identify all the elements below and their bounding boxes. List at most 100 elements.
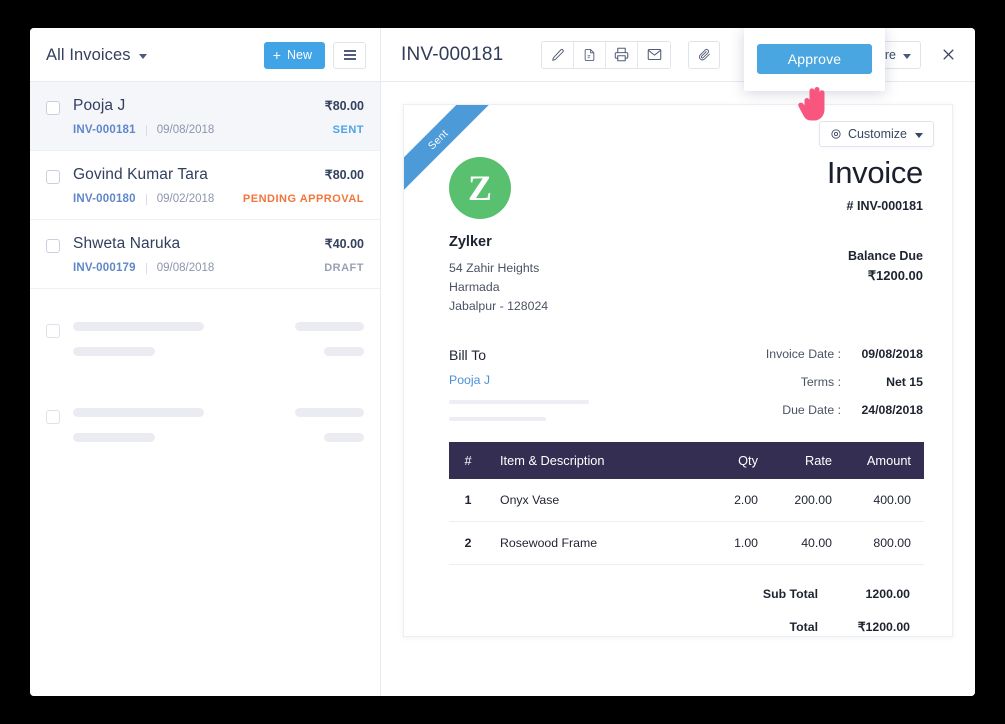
meta-row: Due Date : 24/08/2018 xyxy=(766,403,923,417)
cell-amount: 400.00 xyxy=(842,479,924,523)
table-body: 1 Onyx Vase 2.00 200.00 400.00 2 Rosewoo… xyxy=(449,479,924,566)
line-items-table: # Item & Description Qty Rate Amount 1 O… xyxy=(449,442,924,566)
placeholder-bar xyxy=(295,408,364,417)
invoice-document: Sent Customize Z Zylker 54 Zahir Heights… xyxy=(403,104,953,637)
cell-qty: 1.00 xyxy=(702,521,768,566)
organization-name: Zylker xyxy=(449,234,492,250)
total-row: Sub Total 1200.00 xyxy=(432,587,910,601)
placeholder-bar xyxy=(449,400,589,405)
address-line-3: Jabalpur - 128024 xyxy=(449,299,549,314)
new-button-label: New xyxy=(286,48,312,62)
approve-button[interactable]: Approve xyxy=(757,44,872,74)
printer-icon[interactable] xyxy=(606,41,639,68)
invoice-number: INV-000180 xyxy=(73,193,136,205)
column-header-qty: Qty xyxy=(702,442,768,480)
pdf-file-icon[interactable] xyxy=(574,41,607,68)
row-primary-line: Shweta Naruka ₹40.00 xyxy=(73,235,364,253)
cell-rate: 40.00 xyxy=(768,521,842,566)
meta-row: Terms : Net 15 xyxy=(766,375,923,389)
cell-description: Onyx Vase xyxy=(487,479,702,523)
bill-to-customer[interactable]: Pooja J xyxy=(449,373,766,387)
bill-to-block: Bill To Pooja J xyxy=(449,347,766,422)
total-label: Sub Total xyxy=(762,587,818,602)
column-header-amount: Amount xyxy=(842,442,924,480)
meta-label: Invoice Date : xyxy=(765,347,841,362)
row-content: Shweta Naruka ₹40.00 INV-000179 09/08/20… xyxy=(73,235,364,274)
invoice-list-item[interactable]: Govind Kumar Tara ₹80.00 INV-000180 09/0… xyxy=(30,151,380,220)
invoice-amount: ₹80.00 xyxy=(324,99,364,113)
row-content: Pooja J ₹80.00 INV-000181 09/08/2018 SEN… xyxy=(73,97,364,136)
document-toolbar xyxy=(541,40,672,69)
total-label: Total xyxy=(789,620,818,635)
customer-name: Shweta Naruka xyxy=(73,235,181,252)
row-checkbox[interactable] xyxy=(46,101,60,115)
meta-value: Net 15 xyxy=(886,375,923,390)
hamburger-menu-icon xyxy=(343,50,356,60)
placeholder-bar xyxy=(295,322,364,331)
divider xyxy=(145,262,147,274)
total-value: 1200.00 xyxy=(865,587,910,602)
divider xyxy=(145,124,147,136)
organization-address: 54 Zahir Heights Harmada Jabalpur - 1280… xyxy=(449,259,827,316)
view-selector[interactable]: All Invoices xyxy=(46,46,147,65)
row-primary-line: Govind Kumar Tara ₹80.00 xyxy=(73,166,364,184)
invoice-date: 09/02/2018 xyxy=(156,193,215,205)
meta-label: Terms : xyxy=(800,375,841,390)
column-header-rate: Rate xyxy=(768,442,842,480)
placeholder-checkbox xyxy=(46,410,60,424)
meta-label: Due Date : xyxy=(782,403,841,418)
document-number: INV-000181 xyxy=(401,43,504,65)
chevron-down-icon xyxy=(138,54,147,59)
invoice-list-placeholder-row xyxy=(30,305,380,373)
invoice-list-item[interactable]: Shweta Naruka ₹40.00 INV-000179 09/08/20… xyxy=(30,220,380,289)
organization-block: Z Zylker 54 Zahir Heights Harmada Jabalp… xyxy=(432,157,827,316)
chevron-down-icon xyxy=(915,133,923,138)
cell-qty: 2.00 xyxy=(702,479,768,523)
top-bar: All Invoices + New INV-000181 Approve xyxy=(30,28,975,91)
placeholder-line xyxy=(73,347,364,356)
organization-logo: Z xyxy=(449,157,511,219)
close-x-icon xyxy=(943,49,953,60)
meta-value: 24/08/2018 xyxy=(861,403,923,418)
row-checkbox[interactable] xyxy=(46,170,60,184)
cell-amount: 800.00 xyxy=(842,521,924,566)
invoice-number: # INV-000181 xyxy=(846,199,923,213)
placeholder-bar xyxy=(73,433,155,442)
app-window: All Invoices + New INV-000181 Approve Po… xyxy=(30,28,975,696)
placeholder-content xyxy=(73,408,364,442)
approve-highlight-card: Approve xyxy=(744,28,885,91)
view-title: All Invoices xyxy=(46,45,131,64)
divider xyxy=(145,193,147,205)
close-button[interactable] xyxy=(937,44,959,66)
placeholder-line xyxy=(73,322,364,331)
gear-icon xyxy=(831,129,841,139)
row-primary-line: Pooja J ₹80.00 xyxy=(73,97,364,115)
status-badge: PENDING APPROVAL xyxy=(242,193,364,205)
invoice-title: Invoice xyxy=(826,155,923,190)
column-header-description: Item & Description xyxy=(487,442,702,480)
placeholder-checkbox xyxy=(46,324,60,338)
row-checkbox[interactable] xyxy=(46,239,60,253)
row-secondary-line: INV-000179 09/08/2018 DRAFT xyxy=(73,262,364,274)
customer-name: Pooja J xyxy=(73,97,126,114)
table-row: 2 Rosewood Frame 1.00 40.00 800.00 xyxy=(449,521,924,566)
invoice-list-item[interactable]: Pooja J ₹80.00 INV-000181 09/08/2018 SEN… xyxy=(30,82,380,151)
placeholder-bar xyxy=(73,322,204,331)
cell-rate: 200.00 xyxy=(768,479,842,523)
balance-due-label: Balance Due xyxy=(847,249,923,263)
placeholder-bar xyxy=(324,347,364,356)
edit-pencil-icon[interactable] xyxy=(542,41,575,68)
invoice-date: 09/08/2018 xyxy=(156,124,215,136)
placeholder-bar xyxy=(449,417,546,422)
body-area: Pooja J ₹80.00 INV-000181 09/08/2018 SEN… xyxy=(30,82,975,696)
invoice-totals: Sub Total 1200.00 Total ₹1200.00 Balance… xyxy=(432,587,924,636)
invoice-amount: ₹40.00 xyxy=(324,237,364,251)
envelope-icon[interactable] xyxy=(638,41,671,68)
table-header: # Item & Description Qty Rate Amount xyxy=(449,442,924,480)
new-invoice-button[interactable]: + New xyxy=(263,41,325,69)
column-header-number: # xyxy=(449,442,487,480)
list-menu-button[interactable] xyxy=(333,41,366,69)
bill-to-label: Bill To xyxy=(449,347,487,364)
customize-button[interactable]: Customize xyxy=(818,121,934,147)
attachment-button[interactable] xyxy=(688,40,721,69)
